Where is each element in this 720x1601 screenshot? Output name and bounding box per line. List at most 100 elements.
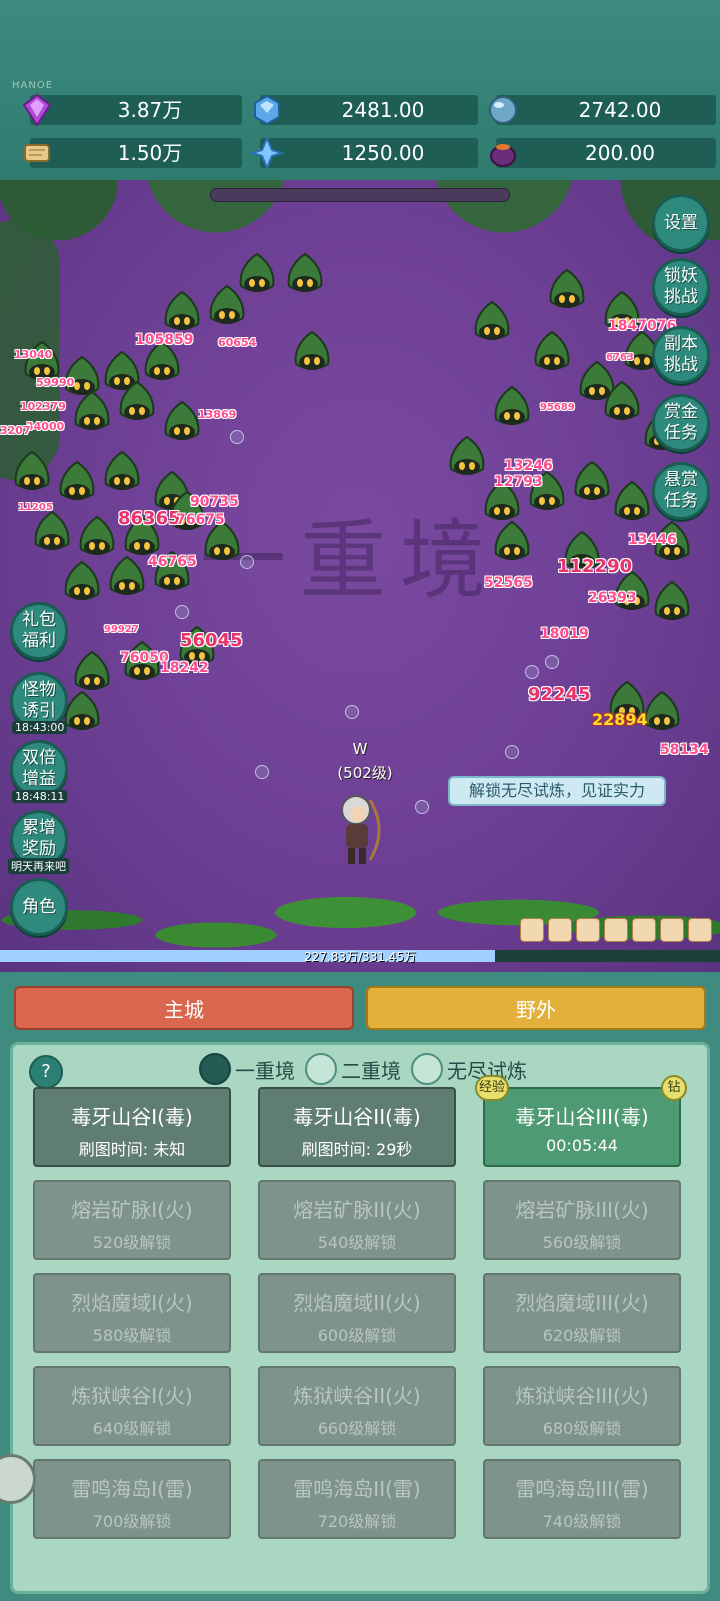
monster-lure-timer: 18:43:00 <box>12 721 68 734</box>
poison-monster <box>119 380 155 420</box>
settings-label: 设置 <box>664 212 698 233</box>
poison-monster <box>474 300 510 340</box>
brand-label: HANOE <box>12 80 54 91</box>
map-card: 炼狱峡谷I(火) 640级解锁 <box>33 1366 231 1446</box>
realm-option-2[interactable]: 二重境 <box>305 1053 401 1085</box>
poison-monster <box>164 290 200 330</box>
player-level: (502级) <box>337 764 393 782</box>
realm-label: 一重境 <box>235 1058 295 1083</box>
gift-pack-button[interactable]: 礼包福利 <box>10 602 68 660</box>
poison-monster <box>74 390 110 430</box>
character-label: 角色 <box>22 896 56 917</box>
unlock-hint-bubble[interactable]: 解锁无尽试炼，见证实力 <box>448 776 666 806</box>
map-name: 炼狱峡谷I(火) <box>71 1384 193 1408</box>
map-status: 740级解锁 <box>542 1512 622 1531</box>
wave-progress-bar <box>210 188 510 202</box>
map-card: 炼狱峡谷II(火) 660级解锁 <box>258 1366 456 1446</box>
buff-icon <box>604 918 628 942</box>
dungeon-challenge-button[interactable]: 副本挑战 <box>652 326 710 384</box>
map-card[interactable]: 毒牙山谷II(毒) 刷图时间: 29秒 <box>258 1087 456 1167</box>
settings-button[interactable]: 设置 <box>652 194 710 252</box>
purple-pot-icon <box>490 144 516 167</box>
main-tabs: 主城 野外 <box>0 972 720 1042</box>
monster-lure-label: 怪物诱引 <box>22 680 56 721</box>
damage-number: 13040 <box>14 348 53 361</box>
dungeon-challenge-label: 副本挑战 <box>664 334 698 375</box>
realm-label: 二重境 <box>341 1058 401 1083</box>
resource-ice-value: 1250.00 <box>341 141 425 165</box>
stage-watermark: 一重境 <box>200 511 500 611</box>
map-status: 660级解锁 <box>317 1419 397 1438</box>
damage-number: 86365 <box>118 508 181 529</box>
tab-wild[interactable]: 野外 <box>366 986 706 1030</box>
player-character[interactable] <box>330 790 390 870</box>
bounty-task-button[interactable]: 赏金任务 <box>652 394 710 452</box>
map-status: 00:05:44 <box>546 1136 618 1155</box>
map-card: 雷鸣海岛III(雷) 740级解锁 <box>483 1459 681 1539</box>
map-card[interactable]: 毒牙山谷I(毒) 刷图时间: 未知 <box>33 1087 231 1167</box>
bounty-task-label: 赏金任务 <box>664 402 698 443</box>
poison-monster <box>534 330 570 370</box>
map-name: 烈焰魔域I(火) <box>71 1291 193 1315</box>
bubble <box>240 555 254 569</box>
cumulative-reward-label: 累增奖励 <box>22 818 56 859</box>
damage-number: 46765 <box>148 554 197 570</box>
damage-number: 13446 <box>628 532 677 548</box>
damage-number: 12793 <box>494 474 543 490</box>
player-name: W <box>352 740 368 758</box>
resource-row-1: 3.87万 2481.00 2742.00 <box>0 93 720 127</box>
map-name: 毒牙山谷II(毒) <box>293 1105 421 1129</box>
map-name: 毒牙山谷I(毒) <box>71 1105 193 1129</box>
poison-monster <box>574 460 610 500</box>
resource-crystal: 2481.00 <box>254 94 478 126</box>
map-name: 熔岩矿脉III(火) <box>515 1198 649 1222</box>
buff-icon <box>660 918 684 942</box>
map-status: 刷图时间: 29秒 <box>301 1140 413 1159</box>
poison-monster <box>74 650 110 690</box>
poison-monster <box>59 460 95 500</box>
resource-scroll: 1.50万 <box>24 138 242 168</box>
demon-challenge-label: 锁妖挑战 <box>664 266 698 307</box>
map-status: 540级解锁 <box>317 1233 397 1252</box>
poison-monster <box>494 385 530 425</box>
map-card: 炼狱峡谷III(火) 680级解锁 <box>483 1366 681 1446</box>
resource-pot: 200.00 <box>490 138 716 168</box>
resource-header: HANOE 3.87万 2481.00 2742.00 1.50万 1250.0… <box>0 0 720 180</box>
buff-icon <box>520 918 544 942</box>
damage-number: 11205 <box>18 502 53 513</box>
battle-scene[interactable]: 一重境 105859 60654 13040 59990 102379 34000 3207… <box>0 180 720 972</box>
damage-number: 18242 <box>160 660 209 676</box>
bubble <box>545 655 559 669</box>
bubble <box>505 745 519 759</box>
bubble <box>255 765 269 779</box>
help-button[interactable]: ? <box>29 1055 63 1089</box>
damage-number: 95689 <box>540 402 575 413</box>
damage-number: 6763 <box>606 352 634 363</box>
buff-icon <box>548 918 572 942</box>
character-button[interactable]: 角色 <box>10 878 68 936</box>
poison-monster <box>549 268 585 308</box>
demon-challenge-button[interactable]: 锁妖挑战 <box>652 258 710 316</box>
tab-main-city[interactable]: 主城 <box>14 986 354 1030</box>
poison-monster <box>614 480 650 520</box>
reward-task-button[interactable]: 悬赏任务 <box>652 462 710 520</box>
poison-monster <box>164 400 200 440</box>
scroll-icon <box>24 144 50 162</box>
damage-number: 76675 <box>176 512 225 528</box>
buff-icons <box>520 918 712 942</box>
map-status: 560级解锁 <box>542 1233 622 1252</box>
double-gain-timer: 18:48:11 <box>12 790 68 803</box>
map-status: 640级解锁 <box>92 1419 172 1438</box>
damage-number: 90735 <box>190 494 239 510</box>
buff-icon <box>632 918 656 942</box>
realm-option-endless[interactable]: 无尽试炼 <box>411 1053 527 1085</box>
bubble <box>345 705 359 719</box>
map-card[interactable]: 毒牙山谷III(毒) 00:05:44 经验 钻 <box>475 1075 687 1167</box>
map-status: 620级解锁 <box>542 1326 622 1345</box>
damage-number: 112290 <box>557 556 633 577</box>
realm-option-1[interactable]: 一重境 <box>199 1053 295 1085</box>
damage-number: 13869 <box>198 408 237 421</box>
damage-number: 99927 <box>104 624 139 635</box>
resource-gems: 3.87万 <box>22 93 242 127</box>
resource-scroll-value: 1.50万 <box>117 141 183 165</box>
